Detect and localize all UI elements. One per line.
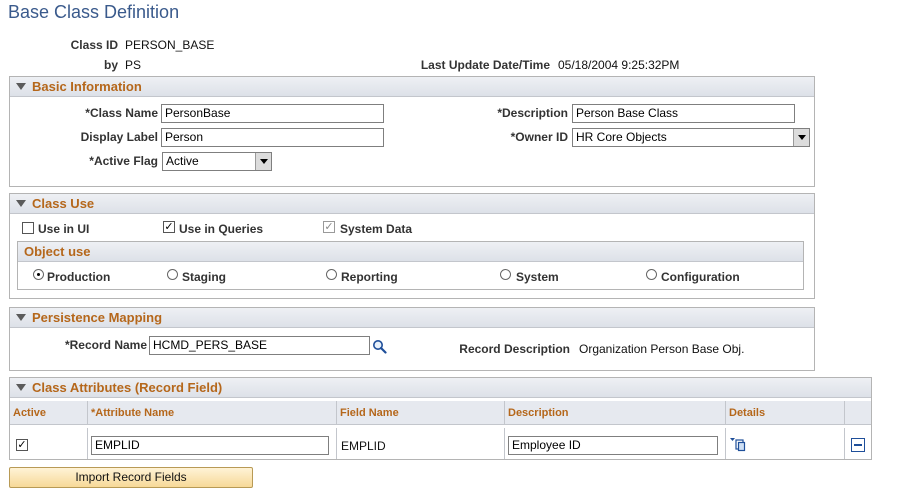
triangle-down-icon[interactable] bbox=[16, 384, 26, 391]
class-name-label: *Class Name bbox=[85, 106, 158, 120]
record-description-label: Record Description bbox=[459, 342, 570, 356]
details-icon[interactable] bbox=[730, 436, 746, 452]
class-use-title: Class Use bbox=[32, 196, 95, 211]
class-name-input[interactable]: PersonBase bbox=[161, 104, 384, 123]
import-record-fields-button[interactable]: Import Record Fields bbox=[9, 467, 253, 488]
display-label-input[interactable]: Person bbox=[161, 128, 384, 147]
column-header-details: Details bbox=[726, 401, 845, 425]
record-description-value: Organization Person Base Obj. bbox=[579, 342, 745, 356]
by-value: PS bbox=[125, 58, 142, 72]
by-label: by bbox=[103, 58, 118, 72]
use-in-ui-label: Use in UI bbox=[38, 222, 90, 236]
owner-id-label: *Owner ID bbox=[510, 130, 568, 144]
system-data-checkbox: ✓ bbox=[323, 221, 335, 233]
field-name-value: EMPLID bbox=[341, 439, 386, 453]
column-header-delete bbox=[845, 401, 871, 425]
basic-information-header[interactable]: Basic Information bbox=[10, 77, 814, 97]
production-radio[interactable] bbox=[33, 269, 44, 280]
chevron-down-icon[interactable] bbox=[255, 153, 271, 170]
last-update-label: Last Update Date/Time bbox=[420, 58, 550, 72]
last-update-value: 05/18/2004 9:25:32PM bbox=[558, 58, 680, 72]
row-description-input[interactable]: Employee ID bbox=[508, 436, 718, 455]
description-input[interactable]: Person Base Class bbox=[572, 104, 795, 123]
triangle-down-icon[interactable] bbox=[16, 314, 26, 321]
class-id-value: PERSON_BASE bbox=[125, 38, 215, 52]
class-attributes-header[interactable]: Class Attributes (Record Field) bbox=[10, 378, 871, 398]
class-id-label: Class ID bbox=[70, 38, 118, 52]
owner-id-value: HR Core Objects bbox=[576, 130, 667, 144]
column-header-active: Active bbox=[10, 401, 88, 425]
active-flag-value: Active bbox=[166, 154, 199, 168]
record-name-label: *Record Name bbox=[64, 338, 147, 352]
delete-row-minus-icon[interactable] bbox=[851, 438, 865, 452]
record-name-input[interactable]: HCMD_PERS_BASE bbox=[149, 336, 370, 355]
column-header-field-name: Field Name bbox=[337, 401, 505, 425]
column-header-description: Description bbox=[505, 401, 726, 425]
triangle-down-icon[interactable] bbox=[16, 200, 26, 207]
triangle-down-icon[interactable] bbox=[16, 83, 26, 90]
persistence-mapping-header[interactable]: Persistence Mapping bbox=[10, 308, 814, 328]
use-in-queries-label: Use in Queries bbox=[179, 222, 264, 236]
system-data-label: System Data bbox=[340, 222, 413, 236]
attribute-name-input[interactable]: EMPLID bbox=[91, 436, 329, 455]
basic-information-title: Basic Information bbox=[32, 79, 142, 94]
configuration-radio[interactable] bbox=[646, 269, 657, 280]
staging-radio[interactable] bbox=[167, 269, 178, 280]
object-use-title: Object use bbox=[18, 242, 803, 262]
class-use-header[interactable]: Class Use bbox=[10, 194, 814, 214]
chevron-down-icon[interactable] bbox=[793, 129, 809, 146]
persistence-mapping-title: Persistence Mapping bbox=[32, 310, 163, 325]
reporting-label: Reporting bbox=[341, 270, 398, 284]
use-in-ui-checkbox[interactable] bbox=[22, 222, 34, 234]
system-radio[interactable] bbox=[500, 269, 511, 280]
production-label: Production bbox=[47, 270, 111, 284]
staging-label: Staging bbox=[182, 270, 226, 284]
configuration-label: Configuration bbox=[661, 270, 740, 284]
active-flag-label: *Active Flag bbox=[89, 154, 158, 168]
column-header-attribute-name: *Attribute Name bbox=[88, 401, 337, 425]
owner-id-select[interactable]: HR Core Objects bbox=[572, 128, 810, 147]
reporting-radio[interactable] bbox=[326, 269, 337, 280]
display-label-label: Display Label bbox=[80, 130, 158, 144]
magnifier-icon[interactable] bbox=[372, 339, 387, 354]
page-title: Base Class Definition bbox=[8, 2, 180, 22]
description-label: *Description bbox=[497, 106, 568, 120]
class-attributes-title: Class Attributes (Record Field) bbox=[32, 380, 223, 395]
system-label: System bbox=[516, 270, 559, 284]
use-in-queries-checkbox[interactable]: ✓ bbox=[163, 221, 175, 233]
active-flag-select[interactable]: Active bbox=[162, 152, 272, 171]
row-active-checkbox[interactable]: ✓ bbox=[16, 439, 28, 451]
